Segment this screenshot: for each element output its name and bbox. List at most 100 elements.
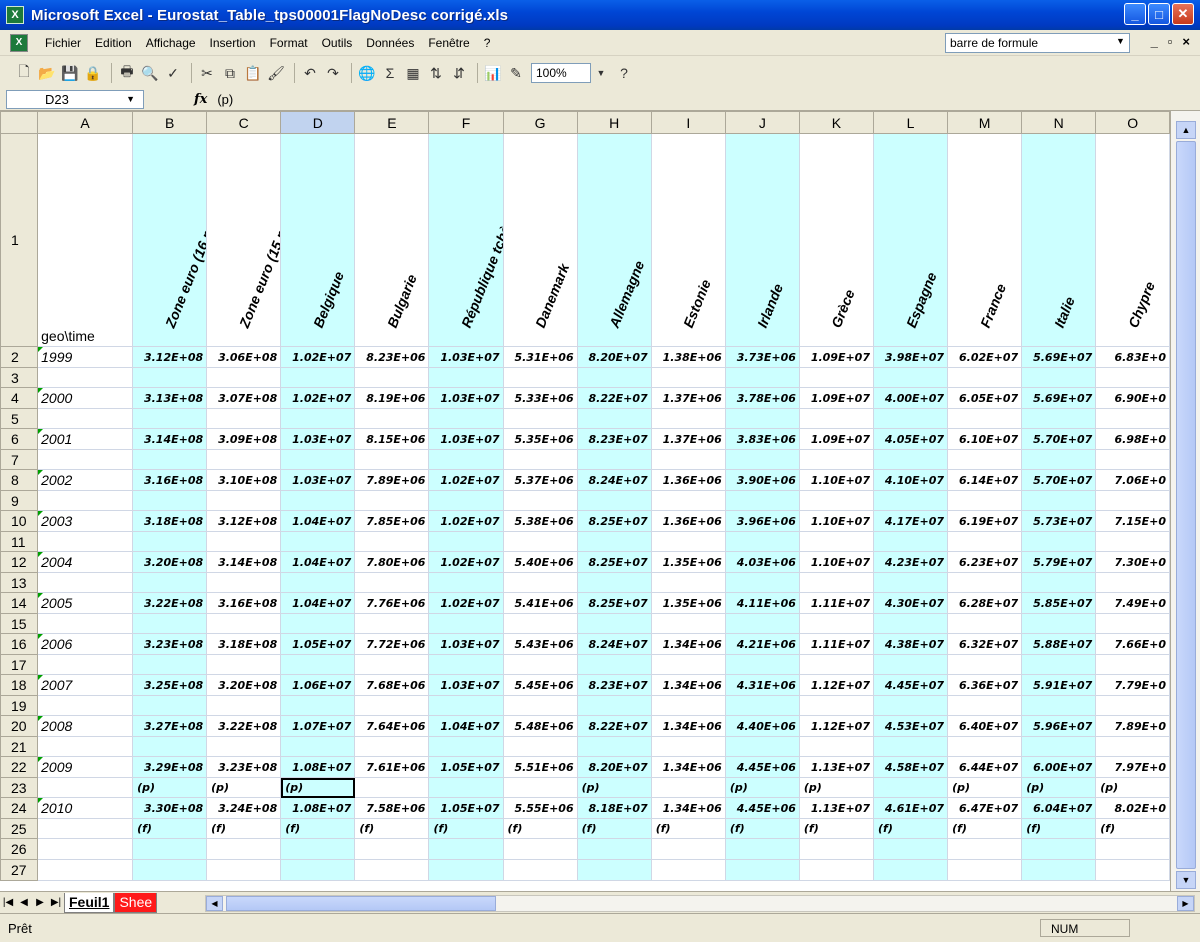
value-cell[interactable]: 8.20E+07 (576, 346, 652, 368)
year-cell[interactable]: 2009 (37, 756, 134, 778)
row-header-20[interactable]: 20 (0, 715, 39, 737)
blank-cell[interactable] (650, 572, 726, 593)
blank-cell[interactable] (798, 654, 875, 675)
blank-cell[interactable] (206, 654, 282, 675)
format-painter-icon[interactable]: 🖌 (266, 63, 286, 83)
column-header-d[interactable]: D (280, 111, 356, 134)
blank-cell[interactable] (1095, 572, 1170, 593)
value-cell[interactable]: 4.45E+06 (724, 756, 800, 778)
name-box[interactable]: D23 ▼ (6, 90, 144, 109)
value-cell[interactable]: 4.11E+06 (724, 592, 800, 614)
blank-cell[interactable] (872, 859, 949, 881)
value-cell[interactable]: 3.20E+08 (132, 551, 208, 573)
value-cell[interactable]: 3.73E+06 (724, 346, 800, 368)
blank-cell[interactable] (1095, 654, 1170, 675)
value-cell[interactable]: 7.76E+06 (354, 592, 430, 614)
value-cell[interactable]: 3.13E+08 (132, 387, 208, 409)
blank-cell[interactable] (280, 367, 356, 388)
flag-cell[interactable]: (p) (206, 777, 282, 798)
value-cell[interactable]: 6.14E+07 (947, 469, 1023, 491)
blank-cell[interactable] (132, 531, 208, 552)
blank-cell[interactable] (1021, 490, 1097, 511)
blank-cell[interactable] (947, 838, 1023, 860)
value-cell[interactable]: 6.00E+07 (1021, 756, 1097, 778)
value-cell[interactable]: 6.98E+0 (1095, 428, 1170, 450)
value-cell[interactable]: 1.13E+07 (798, 797, 875, 819)
value-cell[interactable]: 3.14E+08 (132, 428, 208, 450)
flag-cell[interactable]: (f) (206, 818, 282, 839)
blank-cell[interactable] (280, 838, 356, 860)
blank-cell[interactable] (1021, 695, 1097, 716)
blank-cell[interactable] (576, 654, 652, 675)
blank-cell[interactable] (724, 736, 800, 757)
row-header-6[interactable]: 6 (0, 428, 39, 450)
value-cell[interactable]: 8.19E+06 (354, 387, 430, 409)
value-cell[interactable]: 8.25E+07 (576, 592, 652, 614)
fx-icon[interactable]: fx (194, 92, 207, 107)
value-cell[interactable]: 3.22E+08 (132, 592, 208, 614)
blank-cell[interactable] (206, 408, 282, 429)
blank-cell[interactable] (650, 777, 726, 798)
menu-fichier[interactable]: Fichier (38, 36, 88, 50)
blank-cell[interactable] (1021, 572, 1097, 593)
blank-cell[interactable] (650, 408, 726, 429)
blank-cell[interactable] (502, 777, 578, 798)
value-cell[interactable]: 1.35E+06 (650, 592, 726, 614)
blank-cell[interactable] (206, 736, 282, 757)
blank-cell[interactable] (132, 449, 208, 470)
workbook-close-icon[interactable]: × (1182, 34, 1190, 49)
value-cell[interactable]: 7.80E+06 (354, 551, 430, 573)
row-header-7[interactable]: 7 (0, 449, 39, 470)
value-cell[interactable]: 7.72E+06 (354, 633, 430, 655)
value-cell[interactable]: 1.04E+07 (428, 715, 504, 737)
blank-cell[interactable] (872, 408, 949, 429)
value-cell[interactable]: 7.89E+0 (1095, 715, 1170, 737)
blank-cell[interactable] (576, 490, 652, 511)
value-cell[interactable]: 1.37E+06 (650, 387, 726, 409)
column-header-k[interactable]: K (798, 111, 875, 134)
paste-icon[interactable]: 📋 (243, 63, 263, 83)
column-header-c[interactable]: C (206, 111, 282, 134)
blank-cell[interactable] (1095, 531, 1170, 552)
year-cell[interactable]: 2010 (37, 797, 134, 819)
year-cell[interactable]: 2002 (37, 469, 134, 491)
blank-cell[interactable] (947, 490, 1023, 511)
blank-cell[interactable] (1095, 838, 1170, 860)
blank-cell[interactable] (132, 838, 208, 860)
blank-cell[interactable] (947, 859, 1023, 881)
blank-cell[interactable] (724, 859, 800, 881)
value-cell[interactable]: 6.32E+07 (947, 633, 1023, 655)
blank-cell[interactable] (132, 408, 208, 429)
worksheet-grid[interactable]: A B C D E F G H I J K L M N O 1 geo\time Zone euro (16 pa… (0, 111, 1170, 891)
blank-cell[interactable] (576, 367, 652, 388)
blank-cell[interactable] (947, 408, 1023, 429)
blank-cell[interactable] (947, 736, 1023, 757)
blank-cell[interactable] (947, 367, 1023, 388)
row-header-21[interactable]: 21 (0, 736, 39, 757)
flag-cell[interactable]: (p) (724, 777, 800, 798)
value-cell[interactable]: 3.07E+08 (206, 387, 282, 409)
blank-cell[interactable] (37, 736, 134, 757)
blank-cell[interactable] (354, 531, 430, 552)
menu-format[interactable]: Format (263, 36, 315, 50)
value-cell[interactable]: 5.73E+07 (1021, 510, 1097, 532)
blank-cell[interactable] (872, 531, 949, 552)
value-cell[interactable]: 4.17E+07 (872, 510, 949, 532)
blank-cell[interactable] (872, 449, 949, 470)
country-header[interactable]: Estonie (650, 133, 726, 347)
year-cell[interactable]: 2007 (37, 674, 134, 696)
blank-cell[interactable] (502, 613, 578, 634)
value-cell[interactable]: 5.35E+06 (502, 428, 578, 450)
value-cell[interactable]: 6.40E+07 (947, 715, 1023, 737)
maximize-icon[interactable]: □ (1148, 3, 1170, 25)
value-cell[interactable]: 3.30E+08 (132, 797, 208, 819)
value-cell[interactable]: 1.36E+06 (650, 510, 726, 532)
blank-cell[interactable] (428, 695, 504, 716)
flag-cell[interactable]: (f) (576, 818, 652, 839)
help-search-input[interactable]: barre de formule (945, 33, 1130, 53)
value-cell[interactable]: 7.85E+06 (354, 510, 430, 532)
drawing-icon[interactable]: ✎ (506, 63, 526, 83)
flag-cell[interactable]: (p) (947, 777, 1023, 798)
value-cell[interactable]: 1.10E+07 (798, 469, 875, 491)
value-cell[interactable]: 4.31E+06 (724, 674, 800, 696)
